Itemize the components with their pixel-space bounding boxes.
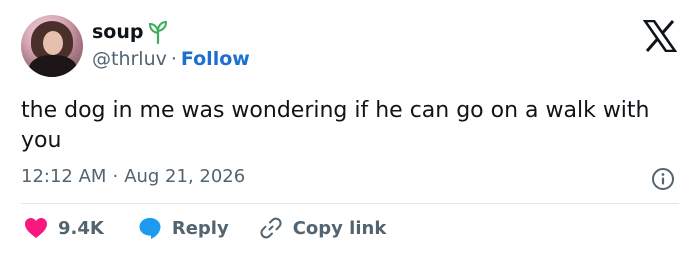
heart-icon bbox=[25, 218, 47, 238]
tweet-card: soup @thrluv · Follow the dog in me was … bbox=[0, 0, 700, 256]
tweet-time: 12:12 AM bbox=[21, 166, 107, 187]
tweet-timestamp[interactable]: 12:12 AM · Aug 21, 2026 bbox=[21, 166, 245, 187]
copy-link-label: Copy link bbox=[292, 217, 387, 239]
like-count: 9.4K bbox=[58, 217, 104, 239]
reply-bubble-icon bbox=[139, 218, 161, 239]
handle-separator: · bbox=[170, 48, 177, 70]
avatar[interactable] bbox=[21, 15, 83, 77]
reply-button[interactable]: Reply bbox=[138, 216, 229, 240]
timestamp-separator: · bbox=[112, 166, 119, 187]
info-icon[interactable] bbox=[651, 167, 675, 191]
author-display-name[interactable]: soup bbox=[92, 21, 144, 43]
sprout-icon bbox=[148, 20, 168, 45]
author-handle-row: @thrluv · Follow bbox=[92, 48, 250, 70]
tweet-date: Aug 21, 2026 bbox=[124, 166, 246, 187]
reply-label: Reply bbox=[171, 217, 229, 239]
copy-link-button[interactable]: Copy link bbox=[259, 216, 387, 240]
divider bbox=[21, 203, 679, 204]
link-icon bbox=[260, 217, 282, 239]
action-bar: 9.4K Reply Copy link bbox=[24, 216, 386, 240]
x-logo-icon[interactable] bbox=[642, 19, 678, 53]
avatar-body bbox=[29, 55, 77, 77]
like-button[interactable]: 9.4K bbox=[24, 217, 104, 239]
author-name-row: soup bbox=[92, 20, 168, 45]
follow-button[interactable]: Follow bbox=[181, 48, 250, 70]
avatar-face bbox=[43, 31, 63, 55]
author-handle[interactable]: @thrluv bbox=[92, 48, 167, 70]
tweet-text: the dog in me was wondering if he can go… bbox=[21, 98, 650, 153]
